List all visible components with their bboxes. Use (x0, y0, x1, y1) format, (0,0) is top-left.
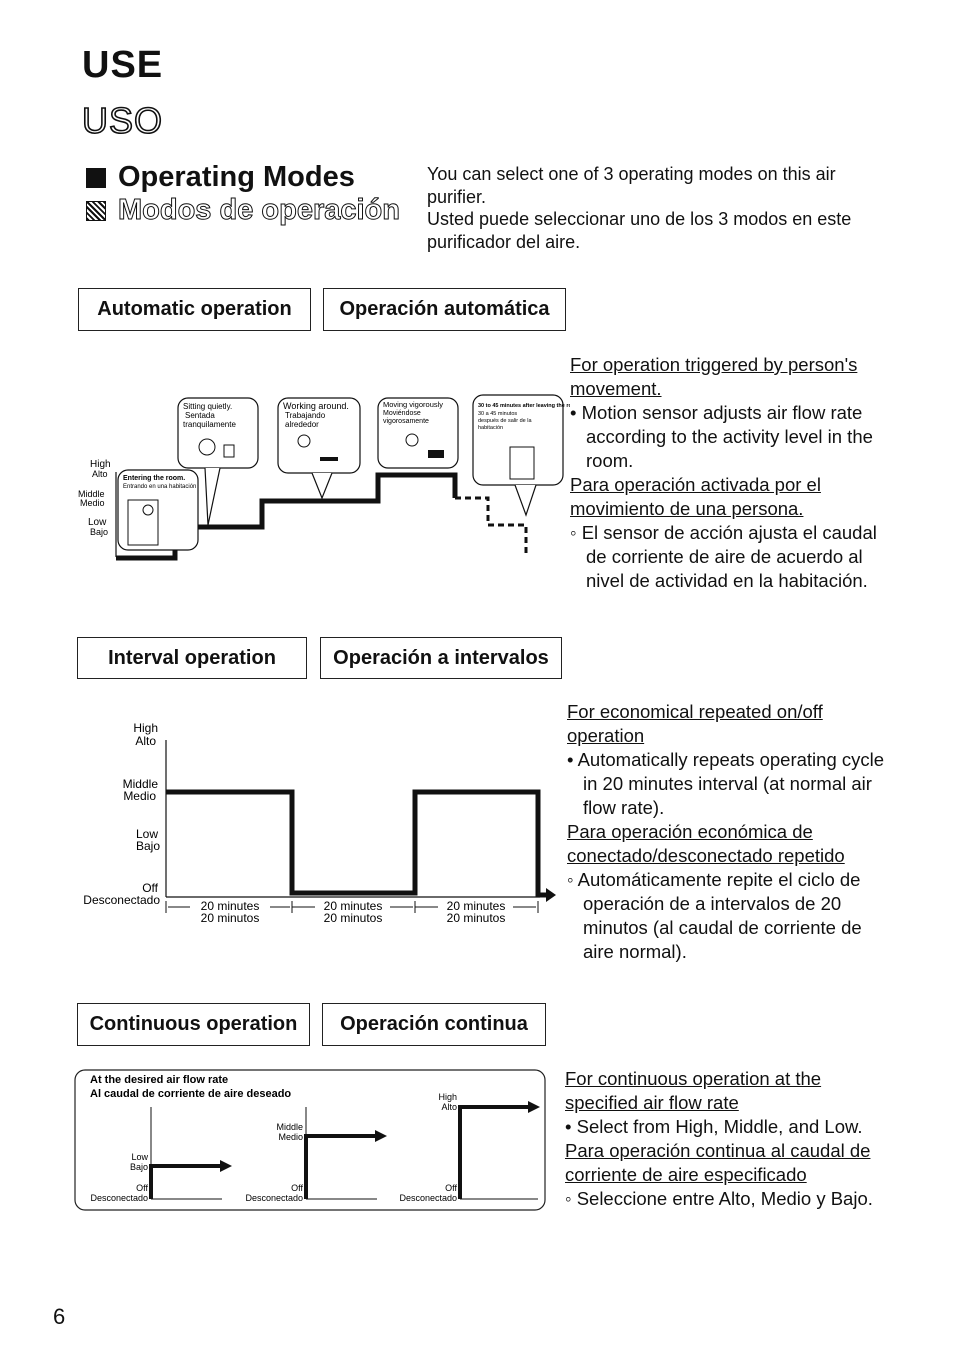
auto-shutoff-dashed-line (455, 496, 528, 555)
interval-label-es-box: Operación a intervalos (320, 637, 562, 679)
cont-title-en: At the desired air flow rate (90, 1074, 228, 1086)
bubble-entering: Entering the room. Entrando en una habit… (117, 469, 199, 551)
int-seg0-es: 20 minutos (201, 911, 260, 925)
cont-high-en: High (438, 1092, 457, 1102)
cont-low-en: Low (131, 1152, 148, 1162)
cont-mid-en: Middle (276, 1122, 303, 1132)
bubble-moving: Moving vigorously Moviéndose vigorosament… (377, 397, 459, 469)
interval-segment-2: 20 minutes 20 minutos (415, 899, 536, 925)
automatic-bullet-en: • Motion sensor adjusts air flow rate ac… (570, 402, 873, 471)
int-seg2-es: 20 minutos (447, 911, 506, 925)
automatic-bullet-es: ◦ El sensor de acción ajusta el caudal d… (570, 522, 877, 591)
interval-segment-0: 20 minutes 20 minutos (168, 899, 290, 925)
page-title-es: USO (81, 99, 164, 142)
interval-label-en: Interval operation (108, 646, 276, 669)
bubble-entering-en: Entering the room. (123, 475, 185, 482)
int-axis-high-es: Alto (135, 734, 156, 748)
bubble-moving-en: Moving vigorously (383, 400, 443, 409)
cont-mid-off-es: Desconectado (245, 1193, 303, 1203)
radio-icon (428, 450, 444, 458)
automatic-label-en-box: Automatic operation (78, 288, 311, 331)
section-title-en: Operating Modes (86, 161, 355, 194)
cont-mid-es: Medio (278, 1132, 303, 1142)
automatic-diagram: High Alto Middle Medio Low Bajo Entering… (78, 394, 570, 561)
cont-high-off-en: Off (445, 1183, 457, 1193)
interval-cycle-line (166, 789, 548, 898)
page-number: 6 (53, 1304, 66, 1329)
auto-axis-low-es: Bajo (90, 527, 108, 537)
interval-bullet-es: ◦ Automáticamente repite el ciclo de ope… (567, 869, 862, 962)
int-axis-off-es: Desconectado (83, 893, 160, 907)
intro-es: Usted puede seleccionar uno de los 3 mod… (427, 209, 852, 252)
cont-low-off-en: Off (136, 1183, 148, 1193)
bubble-working-en: Working around. (283, 401, 349, 411)
automatic-label-es-box: Operación automática (323, 288, 566, 331)
int-axis-high: High (133, 721, 158, 735)
continuous-label-en: Continuous operation (89, 1013, 298, 1035)
continuous-label-en-box: Continuous operation (77, 1003, 310, 1046)
section-title-es-text: Modos de operación (118, 194, 401, 227)
bubble-working: Working around. Trabajando alrededor (277, 397, 361, 500)
cont-low-off-es: Desconectado (90, 1193, 148, 1203)
interval-bullet-en: • Automatically repeats operating cycle … (567, 749, 885, 818)
interval-segment-1: 20 minutes 20 minutos (292, 899, 413, 925)
arrow-right-icon (546, 888, 556, 902)
cont-high-es: Alto (441, 1102, 457, 1112)
int-axis-middle-es: Medio (123, 789, 156, 803)
automatic-label-en: Automatic operation (97, 298, 292, 320)
cont-high-off-es: Desconectado (399, 1193, 457, 1203)
interval-label-es: Operación a intervalos (333, 646, 549, 669)
automatic-label-es: Operación automática (339, 298, 550, 320)
continuous-diagram: At the desired air flow rate Al caudal d… (74, 1069, 546, 1211)
interval-heading-es: Para operación económica de conectado/de… (567, 821, 845, 866)
interval-description: For economical repeated on/off operation… (567, 700, 897, 964)
page-title-en: USE (82, 44, 164, 86)
continuous-bullet-en: • Select from High, Middle, and Low. (565, 1116, 863, 1137)
interval-heading-en: For economical repeated on/off operation (567, 701, 823, 746)
section-title-es: Modos de operación (86, 194, 400, 227)
continuous-heading-en: For continuous operation at the specifie… (565, 1068, 822, 1113)
section-title-en-text: Operating Modes (118, 161, 355, 193)
intro-en: You can select one of 3 operating modes … (427, 164, 836, 207)
bubble-leaving-en: 30 to 45 minutes after leaving the room. (478, 403, 570, 409)
cont-low-es: Bajo (130, 1162, 148, 1172)
continuous-heading-es: Para operación continua al caudal de cor… (565, 1140, 871, 1185)
solid-square-icon (86, 167, 106, 188)
cont-mid-off-en: Off (291, 1183, 303, 1193)
bubble-sitting-en: Sitting quietly. (183, 402, 232, 411)
bubble-entering-es: Entrando en una habitación (123, 484, 196, 490)
interval-diagram: High Alto Middle Medio Low Bajo Off Desc… (83, 721, 556, 925)
continuous-bullet-es: ◦ Seleccione entre Alto, Medio y Bajo. (565, 1188, 873, 1209)
interval-label-en-box: Interval operation (77, 637, 307, 679)
auto-axis-middle-es: Medio (80, 498, 105, 508)
cont-title-es: Al caudal de corriente de aire deseado (90, 1088, 291, 1100)
continuous-label-es: Operación continua (340, 1013, 528, 1035)
auto-axis-high-es: Alto (92, 469, 108, 479)
continuous-description: For continuous operation at the specifie… (565, 1067, 895, 1211)
table-icon (320, 457, 338, 461)
automatic-heading-es: Para operación activada por el movimient… (570, 474, 821, 519)
hatched-square-icon (86, 200, 106, 221)
automatic-description: For operation triggered by person's move… (570, 353, 900, 593)
int-axis-low-es: Bajo (136, 839, 160, 853)
continuous-label-es-box: Operación continua (322, 1003, 546, 1046)
intro-text: You can select one of 3 operating modes … (427, 163, 887, 253)
int-seg1-es: 20 minutos (324, 911, 383, 925)
automatic-heading-en: For operation triggered by person's move… (570, 354, 858, 399)
